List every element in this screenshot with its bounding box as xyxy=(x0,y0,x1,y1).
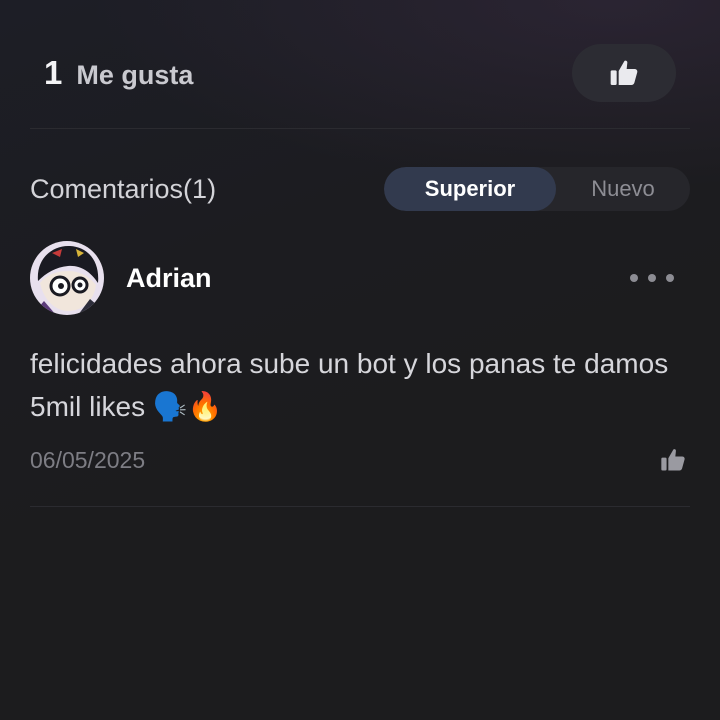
comments-header: Comentarios(1) Superior Nuevo xyxy=(30,166,690,212)
more-options-button[interactable] xyxy=(630,266,674,290)
divider xyxy=(30,128,690,129)
comment-item: Adrian felicidades ahora sube un bot y l… xyxy=(30,240,690,480)
comment-author[interactable]: Adrian xyxy=(126,263,630,294)
more-horizontal-icon-dot xyxy=(666,274,674,282)
divider xyxy=(30,506,690,507)
comment-like-button[interactable] xyxy=(656,443,690,477)
like-button[interactable] xyxy=(572,44,676,102)
comment-text: felicidades ahora sube un bot y los pana… xyxy=(30,348,669,422)
like-summary-row: 1 Me gusta xyxy=(30,40,690,106)
thumbs-up-icon xyxy=(610,60,638,85)
comment-date: 06/05/2025 xyxy=(30,446,146,473)
comment-footer: 06/05/2025 xyxy=(30,440,690,480)
thumbs-up-icon xyxy=(661,449,685,471)
more-horizontal-icon-dot xyxy=(648,274,656,282)
like-summary: 1 Me gusta xyxy=(30,54,193,92)
avatar[interactable] xyxy=(30,241,104,315)
more-horizontal-icon xyxy=(630,274,638,282)
like-count: 1 xyxy=(44,54,63,91)
like-label: Me gusta xyxy=(76,60,194,90)
sort-option-top[interactable]: Superior xyxy=(384,167,556,211)
comment-author-row: Adrian xyxy=(30,240,690,316)
sort-option-new[interactable]: Nuevo xyxy=(556,167,690,211)
sort-toggle: Superior Nuevo xyxy=(384,167,690,211)
comments-title: Comentarios(1) xyxy=(30,173,217,204)
